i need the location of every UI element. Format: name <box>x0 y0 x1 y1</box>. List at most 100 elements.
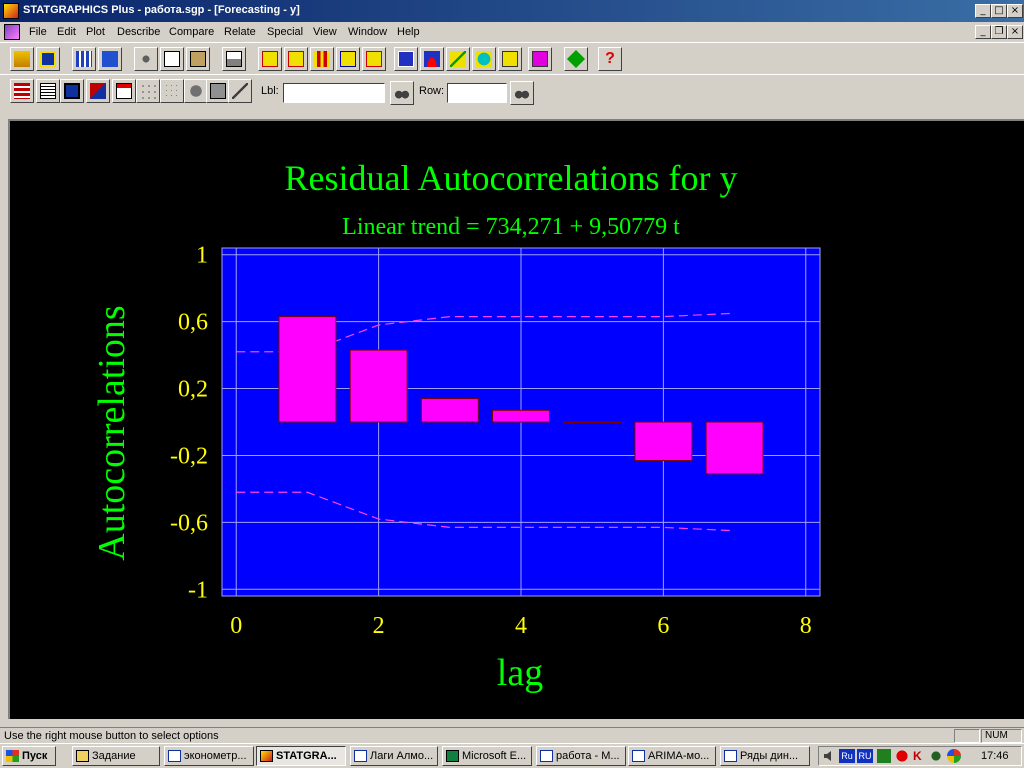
help-button[interactable]: ? <box>598 47 622 71</box>
title-bar[interactable]: STATGRAPHICS Plus - работа.sgp - [Foreca… <box>0 0 1024 22</box>
y-tick-label: -0,2 <box>170 443 208 469</box>
save-data-button[interactable] <box>98 47 122 71</box>
chart-title: Residual Autocorrelations for y <box>285 158 738 198</box>
task-excel[interactable]: Microsoft E... <box>442 746 532 766</box>
start-button[interactable]: Пуск <box>2 746 56 766</box>
floppy-data-icon <box>102 51 118 67</box>
save-results-button[interactable] <box>86 79 110 103</box>
doc-close-button[interactable]: × <box>1007 25 1023 39</box>
run-button[interactable] <box>564 47 588 71</box>
volume-icon[interactable] <box>822 749 836 763</box>
folder-icon <box>76 750 89 762</box>
x-axis-ticks: 0 2 4 6 8 <box>230 613 812 639</box>
copy-button[interactable] <box>160 47 184 71</box>
status-panel-empty <box>954 729 980 743</box>
blob-icon <box>188 83 204 99</box>
close-button[interactable]: × <box>1007 4 1023 18</box>
start-label: Пуск <box>22 750 48 762</box>
menu-bar: File Edit Plot Describe Compare Relate S… <box>0 22 1024 42</box>
abc-chart-icon <box>116 83 132 99</box>
app-icon[interactable] <box>3 3 19 19</box>
open-button[interactable] <box>10 47 34 71</box>
globe-icon <box>476 51 492 67</box>
graphs-button[interactable] <box>60 79 84 103</box>
menu-plot[interactable]: Plot <box>86 26 105 38</box>
lbl-find-button[interactable] <box>390 81 414 105</box>
task-word-arima[interactable]: ARIMA-мо... <box>628 746 716 766</box>
dots-icon <box>140 83 156 99</box>
main-toolbar: ? <box>0 42 1024 74</box>
task-statgraphics[interactable]: STATGRA... <box>256 746 346 766</box>
time-series-button[interactable] <box>394 47 418 71</box>
bar-lag-1 <box>278 316 337 423</box>
scatterplot-button[interactable] <box>258 47 282 71</box>
menu-view[interactable]: View <box>313 26 337 38</box>
histogram-button[interactable] <box>310 47 334 71</box>
doc-minimize-button[interactable]: _ <box>975 25 991 39</box>
bar-lag-7 <box>705 421 764 475</box>
globe-button[interactable] <box>472 47 496 71</box>
save-button[interactable] <box>36 47 60 71</box>
row-find-button[interactable] <box>510 81 534 105</box>
datasheet-button[interactable] <box>72 47 96 71</box>
calculator-icon <box>210 83 226 99</box>
num-lock-indicator: NUM <box>981 729 1022 743</box>
menu-window[interactable]: Window <box>348 26 387 38</box>
cut-button[interactable] <box>134 47 158 71</box>
distribution-button[interactable] <box>420 47 444 71</box>
lang-indicator-2[interactable]: RU <box>857 749 873 763</box>
minimize-button[interactable]: _ <box>975 4 991 18</box>
autocorrelation-chart: Residual Autocorrelations for y Linear t… <box>91 158 821 694</box>
smooth-button[interactable] <box>184 79 208 103</box>
window-title: STATGRAPHICS Plus - работа.sgp - [Foreca… <box>23 4 300 16</box>
paste-button[interactable] <box>186 47 210 71</box>
menu-file[interactable]: File <box>29 26 47 38</box>
menu-describe[interactable]: Describe <box>117 26 160 38</box>
task-word-series[interactable]: Ряды дин... <box>720 746 810 766</box>
row-input[interactable] <box>447 83 507 103</box>
antivirus-icon[interactable] <box>895 749 909 763</box>
tables-button[interactable] <box>36 79 60 103</box>
document-icon[interactable] <box>4 24 20 40</box>
gear-icon[interactable] <box>929 749 943 763</box>
boxplot-button[interactable] <box>284 47 308 71</box>
doc-restore-button[interactable]: ❐ <box>991 25 1007 39</box>
menu-special[interactable]: Special <box>267 26 303 38</box>
lbl-input[interactable] <box>283 83 385 103</box>
folder-open-icon <box>14 51 30 67</box>
printer-icon <box>226 51 242 67</box>
analysis-options-button[interactable] <box>10 79 34 103</box>
stats-button[interactable] <box>112 79 136 103</box>
menu-compare[interactable]: Compare <box>169 26 214 38</box>
task-word-econometrics[interactable]: эконометр... <box>164 746 254 766</box>
statadvisor-button[interactable] <box>528 47 552 71</box>
jitter-button[interactable] <box>160 79 184 103</box>
plot-window[interactable]: Residual Autocorrelations for y Linear t… <box>8 119 1024 719</box>
line-button[interactable] <box>228 79 252 103</box>
brush-button[interactable] <box>136 79 160 103</box>
menu-edit[interactable]: Edit <box>57 26 76 38</box>
menu-help[interactable]: Help <box>397 26 420 38</box>
menu-relate[interactable]: Relate <box>224 26 256 38</box>
kaspersky-icon[interactable]: K <box>913 749 927 763</box>
matrix-plot-button[interactable] <box>362 47 386 71</box>
regression-button[interactable] <box>446 47 470 71</box>
question-icon: ? <box>605 50 615 67</box>
task-word-lags[interactable]: Лаги Алмо... <box>350 746 438 766</box>
task-zadanie[interactable]: Задание <box>72 746 160 766</box>
print-button[interactable] <box>222 47 246 71</box>
messenger-icon[interactable] <box>947 749 961 763</box>
graph-window-icon <box>64 83 80 99</box>
control-chart-button[interactable] <box>498 47 522 71</box>
grid-icon <box>76 51 92 67</box>
xy-plot-button[interactable] <box>336 47 360 71</box>
maximize-button[interactable]: □ <box>991 4 1007 18</box>
scissors-icon <box>138 51 154 67</box>
task-word-rabota[interactable]: работа - M... <box>536 746 626 766</box>
locate-button[interactable] <box>206 79 230 103</box>
word-icon <box>168 750 181 762</box>
binoculars-icon <box>514 85 530 101</box>
network-icon[interactable] <box>877 749 891 763</box>
lang-indicator-1[interactable]: Ru <box>839 749 855 763</box>
y-tick-label: -0,6 <box>170 510 208 536</box>
